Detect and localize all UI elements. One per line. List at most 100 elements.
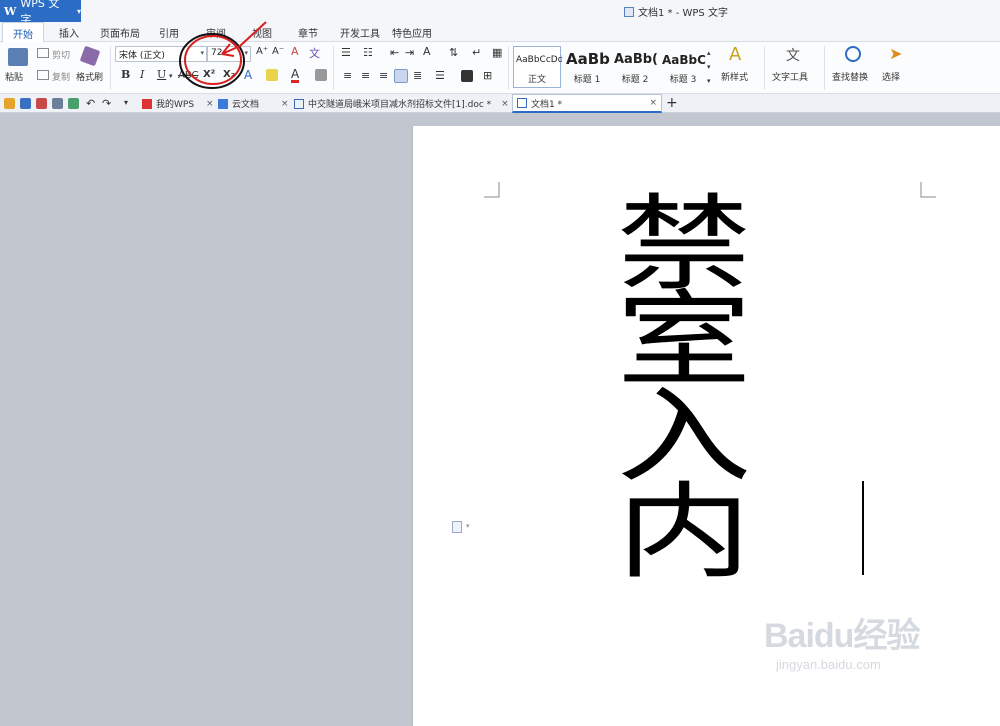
select-button[interactable]: 选择 bbox=[882, 70, 900, 83]
numbered-list-icon[interactable]: ☷ bbox=[363, 46, 373, 59]
crop-mark-right bbox=[920, 182, 936, 198]
tab-developer[interactable]: 开发工具 bbox=[340, 25, 380, 40]
ribbon-toolbar: 粘贴 剪切 复制 格式刷 宋体 (正文) ▾ 72 ▾ A⁺ A⁻ A 文 B … bbox=[0, 21, 1000, 94]
document-icon bbox=[294, 98, 304, 109]
cursor-icon[interactable]: ➤ bbox=[889, 44, 902, 63]
tab-insert[interactable]: 插入 bbox=[59, 25, 79, 40]
char-shading-icon[interactable] bbox=[315, 69, 327, 81]
font-color-icon[interactable]: A bbox=[291, 68, 300, 83]
chevron-down-icon: ▾ bbox=[76, 6, 81, 16]
close-icon[interactable]: × bbox=[501, 99, 509, 109]
tab-page-layout[interactable]: 页面布局 bbox=[100, 25, 140, 40]
italic-button[interactable]: I bbox=[140, 68, 144, 81]
redo-icon[interactable]: ↷ bbox=[102, 97, 111, 110]
tab-label: 云文档 bbox=[232, 100, 260, 110]
align-right-icon[interactable]: ≡ bbox=[379, 69, 388, 82]
new-tab-icon[interactable]: + bbox=[666, 95, 678, 111]
tab-cloud-docs[interactable]: 云文档 × bbox=[214, 94, 293, 113]
cut-button[interactable]: 剪切 bbox=[52, 48, 70, 61]
document-text[interactable]: 禁 室 入 内 bbox=[516, 192, 852, 584]
close-icon[interactable]: × bbox=[206, 99, 214, 109]
close-icon[interactable]: × bbox=[649, 98, 657, 108]
open-icon[interactable] bbox=[4, 98, 15, 109]
doc-char: 禁 bbox=[616, 183, 752, 305]
style-sample: AaBb( bbox=[614, 52, 658, 67]
table-icon[interactable]: ▦ bbox=[492, 46, 502, 59]
phonetic-icon[interactable]: 文 bbox=[309, 45, 320, 61]
style-name: 标题 3 bbox=[669, 75, 697, 85]
window-title: 文档1 * - WPS 文字 bbox=[624, 4, 728, 19]
document-tab-bar: ↶ ↷ ▾ 我的WPS × 云文档 × 中交隧道局峨米项目减水剂招标文件[1].… bbox=[0, 94, 1000, 113]
tab-label: 中交隧道局峨米项目减水剂招标文件[1].doc * bbox=[308, 100, 492, 110]
document-icon bbox=[624, 6, 634, 17]
new-style-button[interactable]: 新样式 bbox=[721, 70, 748, 83]
print-preview-icon[interactable] bbox=[68, 98, 79, 109]
wps-icon bbox=[142, 98, 152, 109]
app-menu-button[interactable]: W WPS 文字 ▾ bbox=[0, 0, 81, 26]
text-tools-button[interactable]: 文字工具 bbox=[772, 70, 808, 83]
line-break-icon[interactable]: ↵ bbox=[472, 46, 481, 59]
divider bbox=[824, 46, 825, 90]
shading-icon[interactable] bbox=[461, 70, 473, 82]
ribbon-tabs: 开始 插入 页面布局 引用 审阅 视图 章节 开发工具 特色应用 bbox=[0, 22, 1000, 42]
style-name: 标题 2 bbox=[621, 75, 649, 85]
bullet-list-icon[interactable]: ☰ bbox=[341, 46, 351, 59]
export-pdf-icon[interactable] bbox=[36, 98, 47, 109]
chevron-down-icon[interactable]: ▾ bbox=[124, 98, 128, 107]
style-sample: AaBbC bbox=[662, 53, 706, 67]
distribute-icon[interactable]: ≣ bbox=[413, 69, 422, 82]
align-center-icon[interactable]: ≡ bbox=[361, 69, 370, 82]
divider bbox=[508, 46, 509, 90]
border-icon[interactable]: ⊞ bbox=[483, 69, 492, 82]
text-tools-icon[interactable]: 文 bbox=[786, 45, 800, 65]
tab-home[interactable]: 开始 bbox=[2, 22, 44, 42]
paste-button[interactable]: 粘贴 bbox=[5, 70, 23, 83]
style-heading-2[interactable]: AaBb( 标题 2 bbox=[611, 46, 659, 88]
close-icon[interactable]: × bbox=[281, 99, 289, 109]
copy-icon bbox=[37, 70, 49, 80]
underline-button[interactable]: U bbox=[157, 68, 166, 81]
tab-my-wps[interactable]: 我的WPS × bbox=[138, 94, 218, 113]
tab-special[interactable]: 特色应用 bbox=[392, 25, 432, 40]
chevron-down-icon[interactable]: ▾ bbox=[466, 522, 470, 530]
wps-logo-icon: W bbox=[4, 4, 17, 18]
print-icon[interactable] bbox=[52, 98, 63, 109]
line-spacing-icon[interactable]: ☰ bbox=[435, 69, 445, 82]
tab-document-1[interactable]: 文档1 * × bbox=[512, 94, 662, 113]
find-replace-icon[interactable] bbox=[845, 46, 861, 62]
title-bar: W WPS 文字 ▾ 文档1 * - WPS 文字 bbox=[0, 0, 1000, 26]
tab-chapter[interactable]: 章节 bbox=[298, 25, 318, 40]
format-painter-icon[interactable] bbox=[79, 45, 101, 67]
save-icon[interactable] bbox=[20, 98, 31, 109]
align-left-icon[interactable]: ≡ bbox=[343, 69, 352, 82]
text-cursor bbox=[862, 481, 864, 575]
format-painter-button[interactable]: 格式刷 bbox=[76, 70, 103, 83]
style-gallery-scroll[interactable]: ▴ ▾ ▾ bbox=[707, 46, 711, 88]
divider bbox=[110, 46, 111, 90]
copy-button[interactable]: 复制 bbox=[52, 70, 70, 83]
sort-icon[interactable]: ⇅ bbox=[449, 46, 458, 59]
bold-button[interactable]: B bbox=[121, 68, 130, 81]
document-icon bbox=[517, 98, 527, 108]
char-scale-icon[interactable]: A bbox=[423, 45, 431, 58]
style-heading-1[interactable]: AaBb 标题 1 bbox=[563, 46, 611, 88]
justify-icon[interactable] bbox=[394, 69, 408, 83]
indent-icon[interactable]: ⇥ bbox=[405, 46, 414, 59]
paragraph-handle-icon[interactable] bbox=[452, 521, 462, 533]
style-heading-3[interactable]: AaBbC 标题 3 bbox=[659, 46, 707, 88]
find-replace-button[interactable]: 查找替换 bbox=[832, 70, 868, 83]
clear-format-icon[interactable]: A bbox=[291, 45, 299, 58]
undo-icon[interactable]: ↶ bbox=[86, 97, 95, 110]
font-name-value: 宋体 (正文) bbox=[119, 51, 165, 61]
tab-bid-document[interactable]: 中交隧道局峨米项目减水剂招标文件[1].doc * × bbox=[290, 94, 513, 113]
paste-icon[interactable] bbox=[8, 48, 28, 66]
outdent-icon[interactable]: ⇤ bbox=[390, 46, 399, 59]
annotation-circle-icon bbox=[179, 21, 267, 89]
tab-label: 文档1 * bbox=[531, 99, 563, 110]
baidu-watermark: Baidu经验 jingyan.baidu.com bbox=[764, 608, 920, 672]
window-title-text: 文档1 * - WPS 文字 bbox=[638, 8, 728, 19]
style-sample: AaBbCcDd bbox=[516, 55, 562, 65]
style-normal[interactable]: AaBbCcDd 正文 bbox=[513, 46, 562, 88]
divider bbox=[764, 46, 765, 90]
new-style-icon[interactable]: A bbox=[729, 44, 741, 65]
